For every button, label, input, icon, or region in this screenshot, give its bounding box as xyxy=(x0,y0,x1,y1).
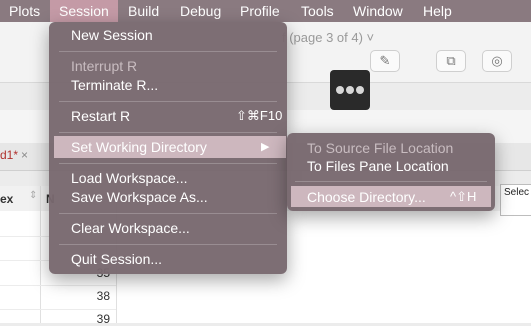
menu-separator xyxy=(59,163,277,164)
menu-separator xyxy=(59,51,277,52)
files-pane-location-item[interactable]: To Files Pane Location xyxy=(287,156,495,176)
menu-debug[interactable]: Debug xyxy=(180,0,221,22)
interrupt-r-item: Interrupt R xyxy=(71,58,138,74)
menu-build[interactable]: Build xyxy=(128,0,159,22)
copy-icon: ⧉ xyxy=(446,53,456,68)
working-directory-submenu: To Source File Location To Files Pane Lo… xyxy=(287,133,495,211)
dot xyxy=(346,86,354,94)
pen-button[interactable]: ✎ xyxy=(370,50,400,72)
submenu-arrow-icon: ▶ xyxy=(261,141,270,153)
menu-profile[interactable]: Profile xyxy=(240,0,280,22)
copy-button[interactable]: ⧉ xyxy=(436,50,466,72)
row-divider xyxy=(0,285,116,286)
menu-bar: Plots Session Build Debug Profile Tools … xyxy=(0,0,531,22)
compass-icon: ◎ xyxy=(491,53,503,68)
tab-close-icon[interactable]: × xyxy=(21,148,28,162)
choose-directory-shortcut: ^⇧H xyxy=(450,189,477,204)
restart-shortcut: ⇧⌘F10 xyxy=(236,108,283,123)
menu-separator xyxy=(59,101,277,102)
menu-separator xyxy=(59,244,277,245)
pen-icon: ✎ xyxy=(379,53,391,68)
dot xyxy=(336,86,344,94)
restart-r-item[interactable]: Restart R ⇧⌘F10 xyxy=(49,106,287,126)
menu-separator xyxy=(59,132,277,133)
clear-workspace-item[interactable]: Clear Workspace... xyxy=(49,218,287,238)
tooltip: Selec (^⇧H xyxy=(500,184,531,216)
table-cell: 39 xyxy=(96,312,110,326)
choose-directory-item[interactable]: Choose Directory... ^⇧H xyxy=(287,187,495,207)
menu-plots[interactable]: Plots xyxy=(9,0,40,22)
menu-help[interactable]: Help xyxy=(423,0,452,22)
compass-button[interactable]: ◎ xyxy=(482,50,512,72)
session-menu: New Session Interrupt R Terminate R... R… xyxy=(49,22,287,274)
menu-separator xyxy=(59,213,277,214)
quit-session-item[interactable]: Quit Session... xyxy=(49,249,287,269)
table-cell: 38 xyxy=(96,289,110,303)
save-workspace-item[interactable]: Save Workspace As... xyxy=(49,187,287,207)
column-divider xyxy=(40,186,41,323)
column-header[interactable]: ex xyxy=(0,192,13,206)
menu-window[interactable]: Window xyxy=(353,0,403,22)
menu-separator xyxy=(295,181,487,182)
source-file-location-item: To Source File Location xyxy=(307,140,454,156)
page-indicator: f (page 3 of 4) ˅ xyxy=(282,30,375,45)
dot xyxy=(356,86,364,94)
load-workspace-item[interactable]: Load Workspace... xyxy=(49,168,287,188)
set-working-directory-item[interactable]: Set Working Directory ▶ xyxy=(49,137,287,157)
tab-data-name[interactable]: d1* xyxy=(0,148,18,162)
terminate-r-item[interactable]: Terminate R... xyxy=(49,75,287,95)
menu-session[interactable]: Session xyxy=(50,0,118,22)
new-session-item[interactable]: New Session xyxy=(49,25,287,45)
tooltip-text: Selec (^⇧H xyxy=(504,187,531,198)
menu-tools[interactable]: Tools xyxy=(301,0,334,22)
row-divider xyxy=(0,309,116,310)
sort-icon[interactable]: ⇕ xyxy=(29,190,37,201)
